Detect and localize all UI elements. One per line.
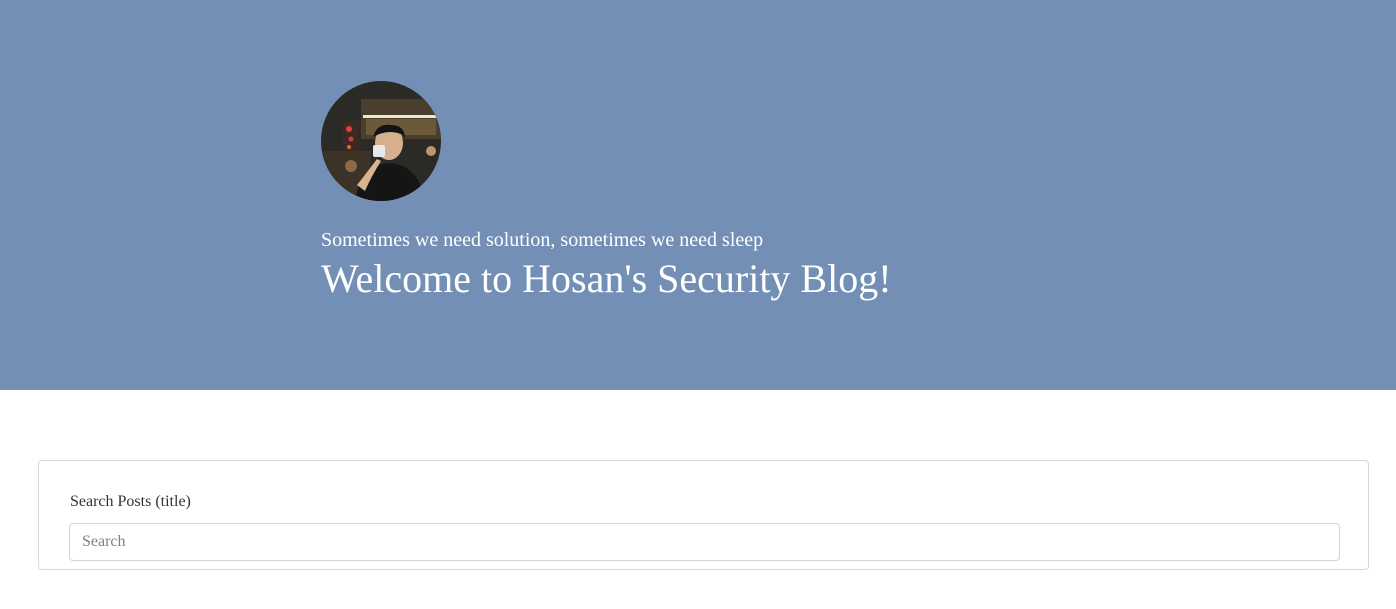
hero-tagline: Sometimes we need solution, sometimes we… <box>321 229 764 251</box>
search-label: Search Posts (title) <box>70 493 191 510</box>
avatar <box>321 81 441 201</box>
avatar-photo-image <box>321 81 441 201</box>
search-card: Search Posts (title) <box>38 460 1369 570</box>
page-title: Welcome to Hosan's Security Blog! <box>321 256 892 301</box>
search-input[interactable] <box>69 523 1340 561</box>
hero-banner: Sometimes we need solution, sometimes we… <box>0 0 1396 390</box>
